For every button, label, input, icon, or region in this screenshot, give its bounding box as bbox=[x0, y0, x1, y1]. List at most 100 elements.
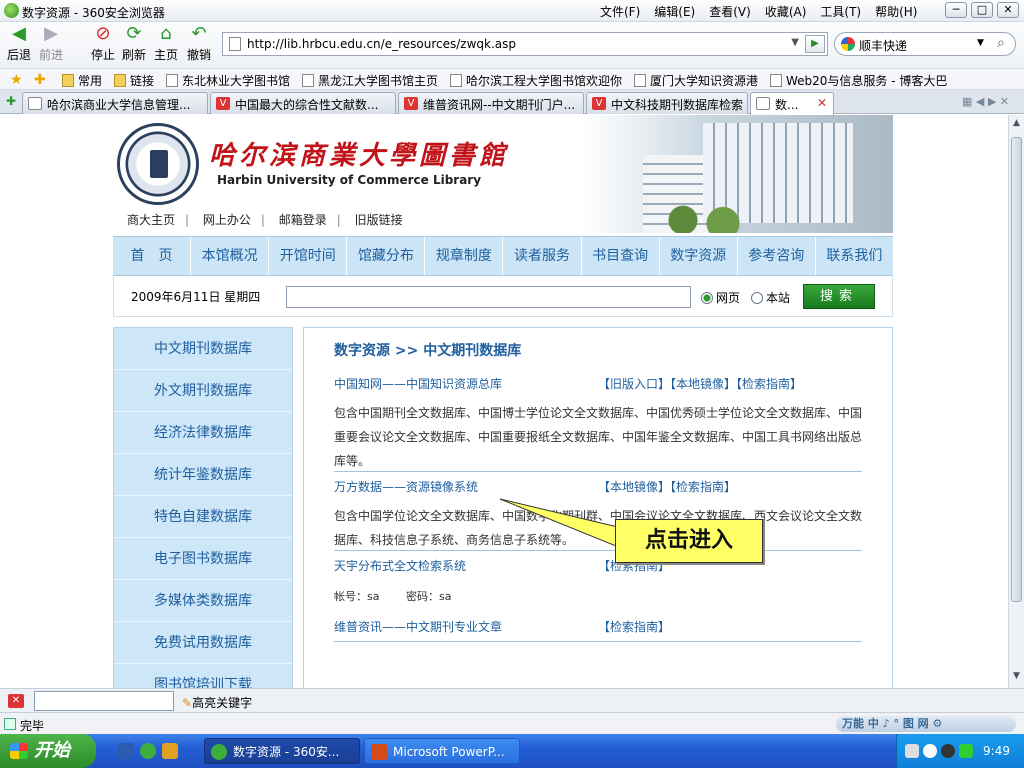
address-bar[interactable]: http://lib.hrbcu.edu.cn/e_resources/zwqk… bbox=[222, 32, 828, 56]
word-icon[interactable] bbox=[118, 743, 134, 759]
tab-hrbcu-info[interactable]: 哈尔滨商业大学信息管理... bbox=[22, 92, 208, 114]
undo-button[interactable]: ↶ 撤销 bbox=[184, 24, 214, 63]
entry-tianyu: 天宇分布式全文检索系统 【检索指南】 bbox=[334, 557, 862, 577]
menu-favorites[interactable]: 收藏(A) bbox=[765, 3, 807, 20]
status-tools[interactable]: 万能 中 ♪ ° 图 网 ⚙ bbox=[836, 716, 1016, 732]
sidebar-item-free-trial[interactable]: 免费试用数据库 bbox=[114, 622, 292, 664]
search-dropdown-icon[interactable]: ▼ bbox=[977, 38, 984, 48]
sidebar-item-multimedia[interactable]: 多媒体类数据库 bbox=[114, 580, 292, 622]
tab-vip-search[interactable]: V 中文科技期刊数据库检索 bbox=[586, 92, 748, 114]
search-button[interactable]: 搜索 bbox=[803, 284, 875, 309]
close-tab-icon[interactable]: ✕ bbox=[817, 96, 827, 110]
link-online-office[interactable]: 网上办公 bbox=[203, 213, 251, 227]
stop-button[interactable]: ⊘ 停止 bbox=[88, 24, 118, 63]
nav-reader-services[interactable]: 读者服务 bbox=[503, 237, 582, 275]
close-window-button[interactable]: ✕ bbox=[997, 2, 1019, 18]
sidebar-item-ebooks[interactable]: 电子图书数据库 bbox=[114, 538, 292, 580]
entry-action-links[interactable]: 【检索指南】 bbox=[598, 618, 670, 635]
nav-rules[interactable]: 规章制度 bbox=[425, 237, 504, 275]
radio-site[interactable]: 本站 bbox=[751, 289, 790, 306]
nav-catalog[interactable]: 书目查询 bbox=[582, 237, 660, 275]
tab-bar: ✚ 哈尔滨商业大学信息管理... V 中国最大的综合性文献数... V 维普资讯网-… bbox=[0, 90, 1024, 115]
site-search-input[interactable] bbox=[286, 286, 691, 308]
add-favorite-icon[interactable]: ✚ bbox=[34, 72, 52, 88]
menu-help[interactable]: 帮助(H) bbox=[875, 3, 917, 20]
vertical-scrollbar[interactable]: ▲ ▼ bbox=[1008, 115, 1024, 688]
entry-action-links[interactable]: 【旧版入口】【本地镜像】【检索指南】 bbox=[598, 375, 802, 392]
go-button[interactable]: ▶ bbox=[805, 35, 825, 53]
sidebar-item-cn-journals[interactable]: 中文期刊数据库 bbox=[114, 328, 292, 370]
tab-cnki[interactable]: V 中国最大的综合性文献数... bbox=[210, 92, 396, 114]
fav-folder-links[interactable]: 链接 bbox=[114, 72, 154, 89]
sidebar-item-foreign-journals[interactable]: 外文期刊数据库 bbox=[114, 370, 292, 412]
nav-overview[interactable]: 本馆概况 bbox=[191, 237, 270, 275]
maximize-button[interactable]: □ bbox=[971, 2, 993, 18]
link-old-version[interactable]: 旧版链接 bbox=[355, 213, 403, 227]
keyboard-icon[interactable] bbox=[905, 744, 919, 758]
link-mail-login[interactable]: 邮箱登录 bbox=[279, 213, 327, 227]
entry-title-link[interactable]: 万方数据——资源镜像系统 bbox=[334, 478, 478, 495]
browser-quicklaunch-icon[interactable] bbox=[140, 743, 156, 759]
address-dropdown-icon[interactable]: ▼ bbox=[791, 37, 799, 48]
menu-view[interactable]: 查看(V) bbox=[709, 3, 751, 20]
fav-link-nefu[interactable]: 东北林业大学图书馆 bbox=[166, 72, 290, 89]
new-tab-icon[interactable]: ✚ bbox=[6, 94, 16, 108]
link-university-home[interactable]: 商大主页 bbox=[127, 213, 175, 227]
nav-collections[interactable]: 馆藏分布 bbox=[347, 237, 426, 275]
nav-digital-resources[interactable]: 数字资源 bbox=[660, 237, 738, 275]
tab-controls-icon[interactable]: ▦ ◀ ▶ ✕ bbox=[962, 95, 1009, 108]
search-engine-text[interactable]: 顺丰快递 bbox=[859, 37, 907, 54]
status-bar: 完毕 万能 中 ♪ ° 图 网 ⚙ bbox=[0, 712, 1024, 734]
fav-link-hrbeu[interactable]: 哈尔滨工程大学图书馆欢迎你 bbox=[450, 72, 622, 89]
fav-link-web20[interactable]: Web20与信息服务 - 博客大巴 bbox=[770, 72, 947, 89]
menu-edit[interactable]: 编辑(E) bbox=[654, 3, 695, 20]
back-button[interactable]: ◀ 后退 bbox=[4, 24, 34, 63]
entry-title-link[interactable]: 中国知网——中国知识资源总库 bbox=[334, 375, 502, 392]
entry-action-links[interactable]: 【本地镜像】【检索指南】 bbox=[598, 478, 736, 495]
sidebar-item-economics-law[interactable]: 经济法律数据库 bbox=[114, 412, 292, 454]
fav-link-xmu[interactable]: 厦门大学知识资源港 bbox=[634, 72, 758, 89]
entry-title-link[interactable]: 维普资讯——中文期刊专业文章 bbox=[334, 618, 502, 635]
url-text[interactable]: http://lib.hrbcu.edu.cn/e_resources/zwqk… bbox=[247, 37, 516, 51]
nav-contact[interactable]: 联系我们 bbox=[816, 237, 893, 275]
tab-digital-resources[interactable]: 数... ✕ bbox=[750, 92, 834, 115]
forward-button[interactable]: ▶ 前进 bbox=[36, 24, 66, 63]
task-browser[interactable]: 数字资源 - 360安... bbox=[204, 738, 360, 764]
sidebar-item-special-collections[interactable]: 特色自建数据库 bbox=[114, 496, 292, 538]
menu-tools[interactable]: 工具(T) bbox=[820, 3, 861, 20]
breadcrumb: 数字资源 >> 中文期刊数据库 bbox=[334, 343, 522, 359]
fav-link-hlju[interactable]: 黑龙江大学图书馆主页 bbox=[302, 72, 438, 89]
refresh-button[interactable]: ⟳ 刷新 bbox=[119, 24, 149, 63]
radio-web[interactable]: 网页 bbox=[701, 289, 740, 306]
menu-file[interactable]: 文件(F) bbox=[600, 3, 640, 20]
task-powerpoint[interactable]: Microsoft PowerP... bbox=[364, 738, 520, 764]
tray-arrow-icon[interactable] bbox=[923, 744, 937, 758]
scroll-thumb[interactable] bbox=[1011, 137, 1022, 602]
nav-hours[interactable]: 开馆时间 bbox=[269, 237, 348, 275]
scroll-up-icon[interactable]: ▲ bbox=[1011, 118, 1022, 132]
start-button[interactable]: 开始 bbox=[0, 734, 96, 768]
entry-cnki: 中国知网——中国知识资源总库 【旧版入口】【本地镜像】【检索指南】 包含中国期刊… bbox=[334, 375, 862, 468]
find-input[interactable] bbox=[34, 691, 174, 711]
magnifier-icon[interactable]: ⌕ bbox=[997, 35, 1005, 51]
close-find-icon[interactable]: ✕ bbox=[8, 694, 24, 708]
nav-home[interactable]: 首 页 bbox=[113, 237, 192, 275]
entry-title-link[interactable]: 天宇分布式全文检索系统 bbox=[334, 557, 466, 574]
fav-folder-common[interactable]: 常用 bbox=[62, 72, 102, 89]
sidebar-item-statistics[interactable]: 统计年鉴数据库 bbox=[114, 454, 292, 496]
password-label: 密码：sa bbox=[406, 590, 452, 603]
search-box[interactable]: 顺丰快递 ▼ ⌕ bbox=[834, 32, 1016, 56]
home-button[interactable]: ⌂ 主页 bbox=[151, 24, 181, 63]
nav-reference[interactable]: 参考咨询 bbox=[738, 237, 816, 275]
minimize-button[interactable]: ─ bbox=[945, 2, 967, 18]
security-shield-icon[interactable] bbox=[959, 744, 973, 758]
library-name-en: Harbin University of Commerce Library bbox=[217, 173, 482, 187]
highlight-keyword-button[interactable]: ✎高亮关键字 bbox=[182, 694, 252, 711]
scroll-down-icon[interactable]: ▼ bbox=[1011, 671, 1022, 685]
tab-label: 数... bbox=[775, 98, 799, 112]
qq-icon[interactable] bbox=[941, 744, 955, 758]
sidebar-item-training-downloads[interactable]: 图书馆培训下载 bbox=[114, 664, 292, 688]
explorer-icon[interactable] bbox=[162, 743, 178, 759]
tab-vip-portal[interactable]: V 维普资讯网--中文期刊门户... bbox=[398, 92, 584, 114]
favorites-star-icon[interactable]: ★ bbox=[10, 72, 28, 88]
